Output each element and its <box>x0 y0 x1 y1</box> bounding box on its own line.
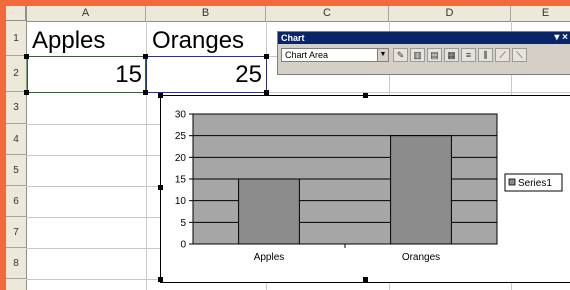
chart-toolbar[interactable]: Chart ▾ × Chart Area ▼ ✎ ▥ ▤ ▦ ≡ ⫼ ⟋ ⟍ <box>277 31 570 75</box>
row-header-1[interactable]: 1 <box>6 21 26 56</box>
x-category-label: Apples <box>254 252 285 263</box>
by-column-icon[interactable]: ⫼ <box>478 48 493 62</box>
range-handle[interactable] <box>143 90 148 95</box>
x-category-label: Oranges <box>402 252 440 263</box>
y-tick-label: 10 <box>175 196 187 207</box>
range-highlight-b2 <box>146 56 267 93</box>
chart-svg: 0 5 10 15 20 25 30 Apples Oranges Series1 <box>175 110 563 263</box>
chevron-down-icon[interactable]: ▼ <box>377 49 388 61</box>
row-header-3[interactable]: 3 <box>6 92 26 124</box>
cell-a1[interactable]: Apples <box>32 26 105 56</box>
chart-toolbar-title: Chart <box>281 33 305 43</box>
angle-text-up-icon[interactable]: ⟍ <box>512 48 527 62</box>
row-header-4[interactable]: 4 <box>6 124 26 155</box>
y-tick-label: 30 <box>175 110 187 121</box>
column-header-c[interactable]: C <box>266 6 389 21</box>
row-header-2[interactable]: 2 <box>6 56 26 92</box>
range-highlight-a2 <box>27 56 146 93</box>
chart-resize-handle[interactable] <box>363 93 368 98</box>
row-header-8[interactable]: 8 <box>6 248 26 279</box>
y-tick-label: 15 <box>175 175 187 186</box>
legend-swatch <box>508 178 516 186</box>
row-header-6[interactable]: 6 <box>6 186 26 217</box>
chart-resize-handle[interactable] <box>158 277 163 282</box>
legend-entry: Series1 <box>518 178 552 189</box>
chart-objects-dropdown[interactable]: Chart Area ▼ <box>281 48 389 62</box>
range-handle[interactable] <box>24 90 29 95</box>
column-header-b[interactable]: B <box>146 6 266 21</box>
column-header-bar: A B C D E <box>6 6 570 22</box>
column-header-d[interactable]: D <box>389 6 511 21</box>
chart-objects-value: Chart Area <box>285 50 329 60</box>
chart-type-icon[interactable]: ▥ <box>410 48 425 62</box>
row-header-7[interactable]: 7 <box>6 217 26 248</box>
by-row-icon[interactable]: ≡ <box>461 48 476 62</box>
chart-resize-handle[interactable] <box>363 277 368 282</box>
legend[interactable]: Series1 <box>504 173 563 192</box>
bar-apples[interactable] <box>238 178 300 245</box>
embedded-chart[interactable]: 0 5 10 15 20 25 30 Apples Oranges Series1 <box>158 93 570 283</box>
chart-resize-handle[interactable] <box>158 185 163 190</box>
y-tick-label: 5 <box>180 218 186 229</box>
format-chart-area-icon[interactable]: ✎ <box>393 48 408 62</box>
column-header-a[interactable]: A <box>26 6 146 21</box>
select-all-corner[interactable] <box>6 6 26 21</box>
row-header-bar: 1 2 3 4 5 6 7 8 <box>6 6 27 290</box>
bar-oranges[interactable] <box>390 135 452 245</box>
legend-toggle-icon[interactable]: ▤ <box>427 48 442 62</box>
y-tick-label: 20 <box>175 153 187 164</box>
range-handle[interactable] <box>143 54 148 59</box>
row-header-5[interactable]: 5 <box>6 155 26 186</box>
angle-text-down-icon[interactable]: ⟋ <box>495 48 510 62</box>
chart-toolbar-titlebar[interactable]: Chart ▾ × <box>278 32 570 44</box>
y-tick-label: 25 <box>175 131 187 142</box>
cell-b1[interactable]: Oranges <box>152 26 244 56</box>
chart-resize-handle[interactable] <box>158 93 163 98</box>
toolbar-close-icon[interactable]: ▾ × <box>554 32 568 44</box>
data-table-icon[interactable]: ▦ <box>444 48 459 62</box>
range-handle[interactable] <box>264 54 269 59</box>
column-header-e[interactable]: E <box>511 6 570 21</box>
y-tick-label: 0 <box>180 240 186 251</box>
range-handle[interactable] <box>24 54 29 59</box>
